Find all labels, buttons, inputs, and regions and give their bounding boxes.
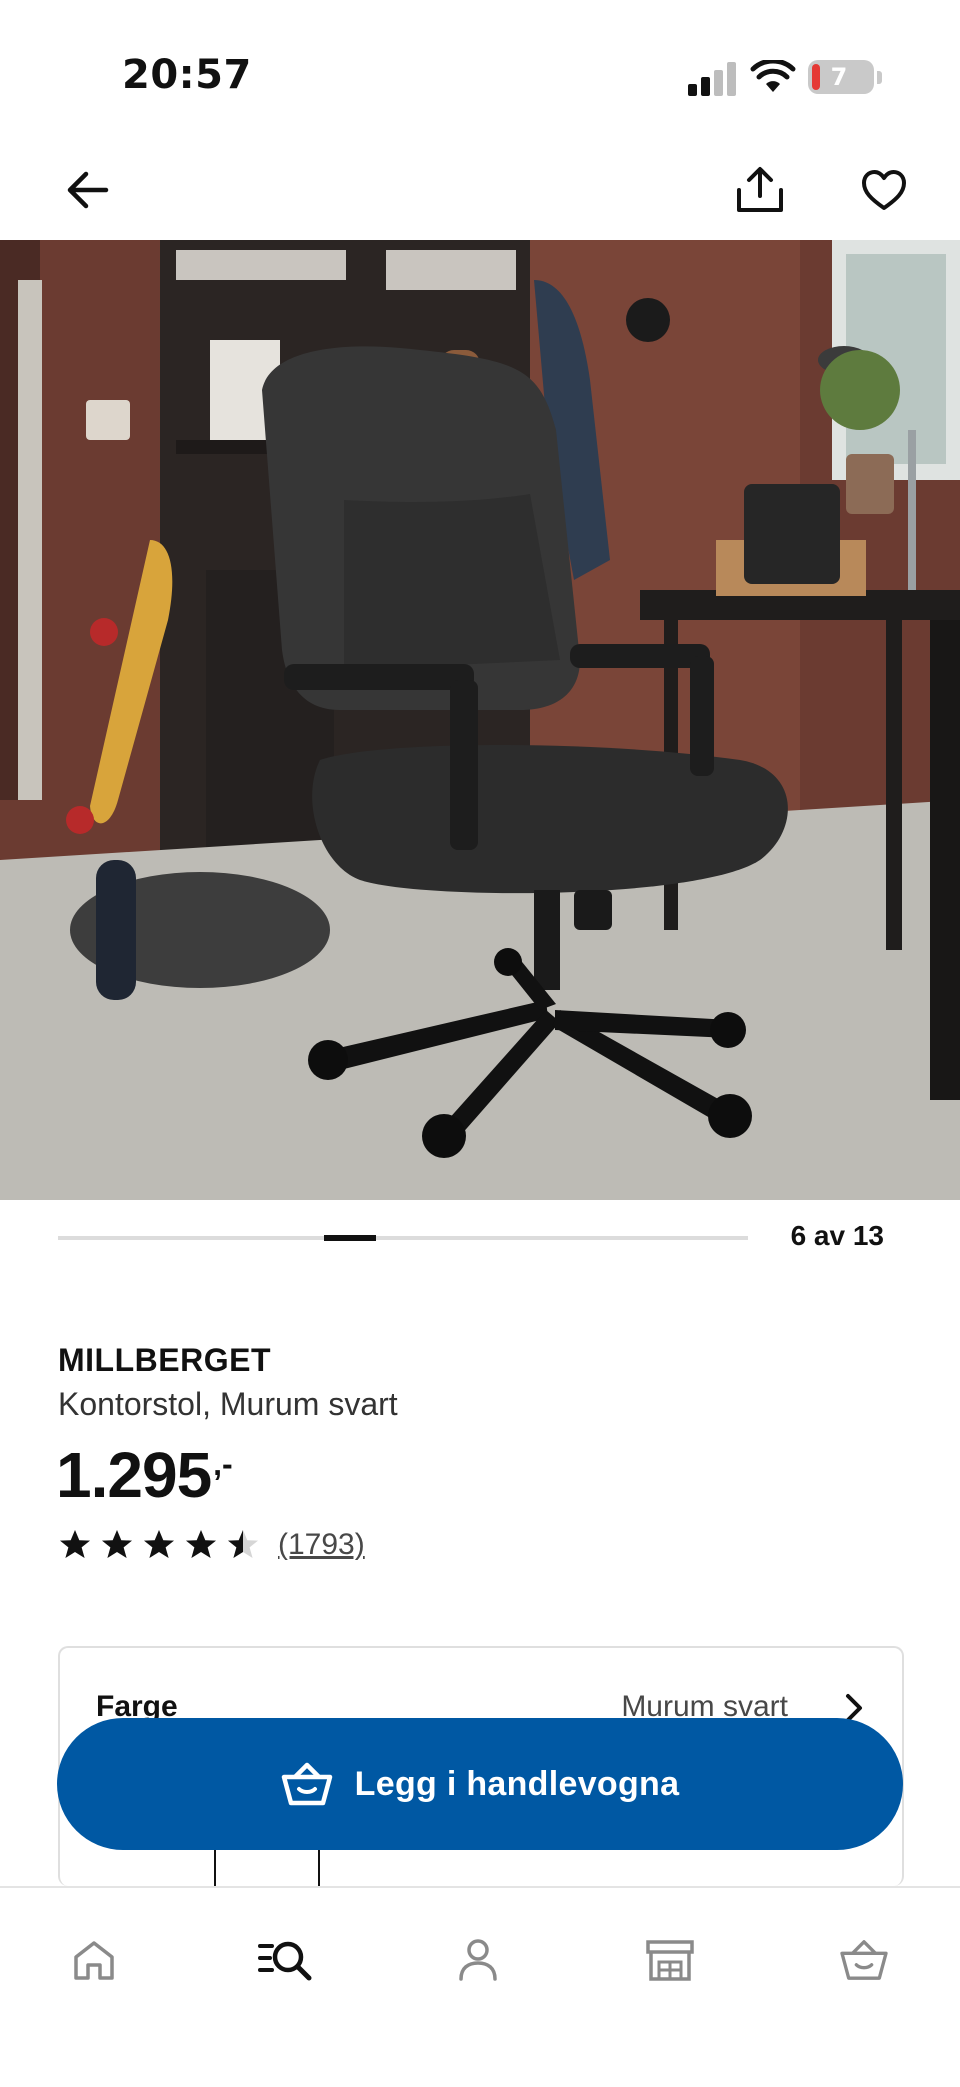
profile-icon bbox=[459, 1939, 497, 1981]
basket-icon bbox=[281, 1762, 332, 1806]
battery-level: 7 bbox=[830, 63, 848, 91]
star-icon bbox=[228, 1530, 258, 1558]
tab-cart[interactable] bbox=[824, 1924, 904, 1996]
bottom-tab-bar bbox=[0, 1886, 960, 2087]
product-description: Kontorstol, Murum svart bbox=[58, 1386, 398, 1422]
share-button[interactable] bbox=[728, 158, 792, 222]
tab-home[interactable] bbox=[54, 1924, 134, 1996]
status-bar: 20:57 7 bbox=[0, 0, 960, 150]
back-button[interactable] bbox=[58, 160, 118, 220]
signal-icon bbox=[688, 62, 736, 96]
gallery-progress-thumb bbox=[324, 1235, 376, 1241]
product-name: MILLBERGET bbox=[58, 1342, 271, 1378]
basket-icon bbox=[840, 1940, 888, 1980]
share-icon bbox=[737, 167, 783, 212]
price-suffix: ,- bbox=[213, 1446, 233, 1482]
add-to-cart-label: Legg i handlevogna bbox=[354, 1764, 680, 1803]
top-nav bbox=[0, 150, 960, 240]
star-icon bbox=[144, 1530, 174, 1558]
review-count-link[interactable]: (1793) bbox=[278, 1528, 365, 1562]
status-time: 20:57 bbox=[122, 52, 252, 98]
price: 1.295 ,- bbox=[56, 1436, 233, 1514]
tab-profile[interactable] bbox=[438, 1924, 518, 1996]
favorite-button[interactable] bbox=[852, 158, 916, 222]
rating-stars bbox=[58, 1528, 260, 1562]
product-image[interactable] bbox=[0, 240, 960, 1200]
back-arrow-icon bbox=[67, 171, 109, 209]
search-icon bbox=[258, 1941, 312, 1981]
store-icon bbox=[646, 1940, 694, 1981]
tab-store[interactable] bbox=[630, 1924, 710, 1996]
product-photo bbox=[0, 240, 960, 1200]
gallery-progress bbox=[58, 1235, 748, 1241]
star-icon bbox=[60, 1530, 90, 1558]
heart-icon bbox=[862, 170, 906, 210]
star-icon bbox=[102, 1530, 132, 1558]
add-to-cart-button[interactable]: Legg i handlevogna bbox=[57, 1718, 903, 1850]
rating[interactable]: (1793) bbox=[58, 1528, 365, 1562]
price-amount: 1.295 bbox=[56, 1439, 212, 1511]
battery-icon: 7 bbox=[808, 60, 874, 94]
tab-search[interactable] bbox=[246, 1924, 326, 1996]
home-icon bbox=[74, 1941, 114, 1980]
star-icon bbox=[186, 1530, 216, 1558]
gallery-count: 6 av 13 bbox=[790, 1220, 884, 1251]
wifi-icon bbox=[750, 60, 796, 92]
